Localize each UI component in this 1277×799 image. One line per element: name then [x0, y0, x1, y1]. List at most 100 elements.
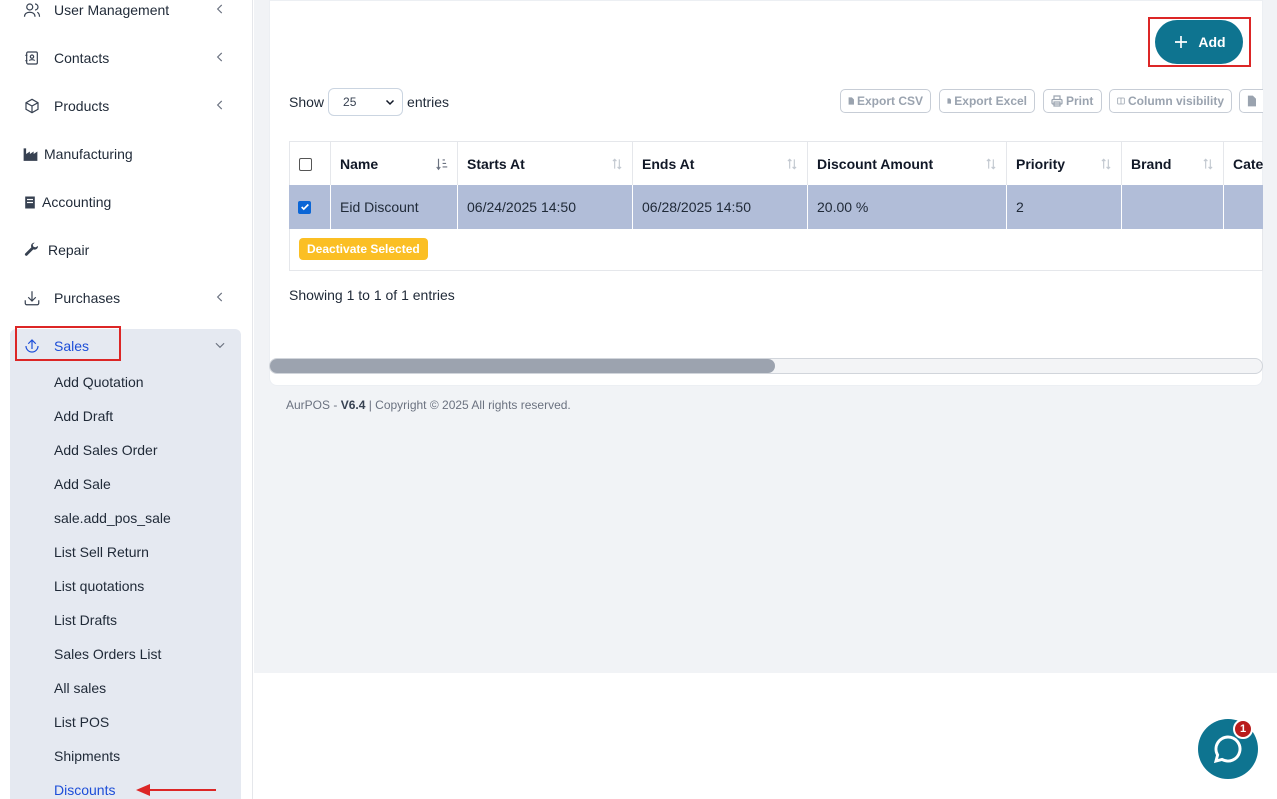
- column-header-name[interactable]: Name: [331, 142, 458, 186]
- submenu-list-pos[interactable]: List POS: [54, 714, 109, 730]
- select-all-checkbox[interactable]: [299, 157, 312, 171]
- column-header-label: Discount Amount: [817, 156, 934, 172]
- book-icon: [22, 192, 38, 212]
- sort-icon: [986, 158, 996, 170]
- app-name: AurPOS -: [286, 398, 341, 412]
- sidebar-item-purchases[interactable]: Purchases: [10, 278, 241, 318]
- sort-icon: [1203, 158, 1213, 170]
- horizontal-scrollbar[interactable]: [269, 358, 1263, 374]
- entries-select-value: 25: [343, 95, 357, 109]
- contacts-icon: [22, 48, 42, 68]
- download-icon: [22, 288, 42, 308]
- sort-icon: [1101, 158, 1111, 170]
- chevron-left-icon: [216, 4, 223, 14]
- submenu-add-quotation[interactable]: Add Quotation: [54, 374, 144, 390]
- file-excel-icon: [947, 98, 952, 104]
- table-header: Name Starts At Ends At Discount Amount P…: [289, 141, 1263, 186]
- sidebar-item-label: Accounting: [42, 194, 112, 210]
- sidebar-item-products[interactable]: Products: [10, 86, 241, 126]
- submenu-sales-orders-list[interactable]: Sales Orders List: [54, 646, 161, 662]
- cell-brand: [1122, 185, 1224, 229]
- entries-select[interactable]: 25: [328, 88, 404, 116]
- export-pdf-button[interactable]: [1239, 89, 1263, 113]
- cell-discount-amount: 20.00 %: [808, 185, 1007, 229]
- chevron-down-icon: [386, 99, 395, 106]
- sidebar-item-user-management[interactable]: User Management: [10, 0, 241, 30]
- cell-starts-at: 06/24/2025 14:50: [458, 185, 633, 229]
- row-select-cell: [289, 185, 331, 229]
- users-icon: [22, 0, 42, 20]
- submenu-add-pos-sale[interactable]: sale.add_pos_sale: [54, 510, 171, 526]
- highlight-add-button: [1148, 17, 1251, 67]
- show-label: Show: [289, 94, 325, 110]
- copyright-text: | Copyright © 2025 All rights reserved.: [365, 398, 571, 412]
- sort-asc-icon: [436, 158, 448, 171]
- sidebar-item-contacts[interactable]: Contacts: [10, 38, 241, 78]
- print-icon: [1051, 95, 1063, 107]
- export-csv-button[interactable]: Export CSV: [840, 89, 931, 113]
- column-header-starts-at[interactable]: Starts At: [458, 142, 633, 186]
- sidebar-item-accounting[interactable]: Accounting: [10, 182, 241, 222]
- column-header-priority[interactable]: Priority: [1007, 142, 1122, 186]
- submenu-add-sales-order[interactable]: Add Sales Order: [54, 442, 158, 458]
- sidebar-item-manufacturing[interactable]: Manufacturing: [10, 134, 241, 174]
- submenu-shipments[interactable]: Shipments: [54, 748, 120, 764]
- submenu-list-sell-return[interactable]: List Sell Return: [54, 544, 149, 560]
- table-info: Showing 1 to 1 of 1 entries: [289, 287, 455, 303]
- columns-icon: [1117, 97, 1125, 105]
- file-pdf-icon: [1247, 95, 1256, 107]
- export-excel-label: Export Excel: [954, 94, 1027, 108]
- print-label: Print: [1066, 94, 1094, 108]
- sidebar-item-label: Products: [54, 98, 110, 114]
- column-header-ends-at[interactable]: Ends At: [633, 142, 808, 186]
- sidebar-item-repair[interactable]: Repair: [10, 230, 241, 270]
- submenu-add-sale[interactable]: Add Sale: [54, 476, 111, 492]
- wrench-icon: [22, 240, 42, 260]
- submenu-all-sales[interactable]: All sales: [54, 680, 106, 696]
- column-header-brand[interactable]: Brand: [1122, 142, 1224, 186]
- sidebar-item-label: Repair: [48, 242, 90, 258]
- select-all-cell: [289, 142, 331, 186]
- sort-icon: [612, 158, 622, 170]
- submenu-add-draft[interactable]: Add Draft: [54, 408, 113, 424]
- chevron-down-icon: [215, 342, 225, 349]
- cube-icon: [22, 96, 42, 116]
- column-header-label: Starts At: [467, 156, 525, 172]
- app-version: V6.4: [340, 398, 366, 412]
- column-header-category[interactable]: Categ: [1224, 142, 1263, 186]
- column-header-label: Brand: [1131, 156, 1172, 172]
- print-button[interactable]: Print: [1043, 89, 1102, 113]
- factory-icon: [22, 144, 38, 164]
- column-header-discount-amount[interactable]: Discount Amount: [808, 142, 1007, 186]
- row-checkbox[interactable]: [298, 200, 311, 214]
- chevron-left-icon: [216, 52, 223, 62]
- highlight-sales: [15, 326, 121, 361]
- cell-name: Eid Discount: [331, 185, 458, 229]
- column-header-label: Priority: [1016, 156, 1066, 172]
- scrollbar-thumb[interactable]: [270, 359, 775, 373]
- column-visibility-label: Column visibility: [1127, 94, 1224, 108]
- notification-badge: 1: [1233, 719, 1253, 739]
- submenu-discounts[interactable]: Discounts: [54, 782, 115, 798]
- entries-length-control: Show 25 entries: [289, 88, 449, 116]
- entries-label: entries: [407, 94, 450, 110]
- column-header-label: Categ: [1233, 156, 1263, 172]
- cell-category: [1224, 185, 1263, 229]
- sales-submenu: [10, 329, 241, 799]
- submenu-list-drafts[interactable]: List Drafts: [54, 612, 117, 628]
- table-row[interactable]: Eid Discount 06/24/2025 14:50 06/28/2025…: [289, 185, 1263, 229]
- sidebar: User Management Contacts Products Manufa…: [0, 0, 253, 799]
- export-excel-button[interactable]: Export Excel: [939, 89, 1035, 113]
- sidebar-item-label: Purchases: [54, 290, 121, 306]
- deactivate-selected-button[interactable]: Deactivate Selected: [299, 238, 428, 260]
- chevron-left-icon: [216, 292, 223, 302]
- sidebar-item-label: Manufacturing: [44, 146, 133, 162]
- export-csv-label: Export CSV: [856, 94, 923, 108]
- submenu-list-quotations[interactable]: List quotations: [54, 578, 144, 594]
- check-icon: [300, 203, 309, 211]
- file-icon: [848, 97, 854, 105]
- cell-ends-at: 06/28/2025 14:50: [633, 185, 808, 229]
- sidebar-item-label: Contacts: [54, 50, 110, 66]
- column-header-label: Name: [340, 156, 379, 172]
- column-visibility-button[interactable]: Column visibility: [1109, 89, 1232, 113]
